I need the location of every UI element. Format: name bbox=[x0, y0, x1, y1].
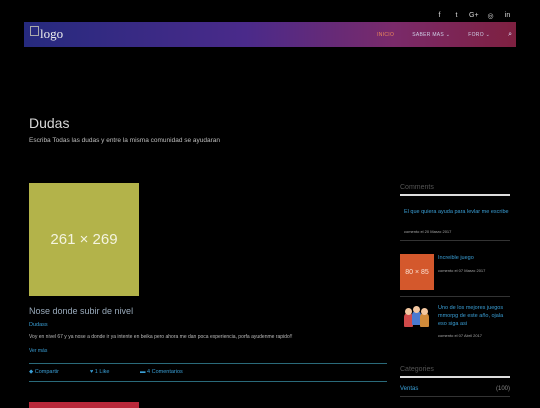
post-excerpt: Voy en nivel 67 y ya nose a donde ir ya … bbox=[29, 334, 293, 340]
comment-thumbnail-label: 80 × 85 bbox=[405, 268, 429, 276]
comments-heading-rule bbox=[400, 194, 510, 196]
nav-item-foro[interactable]: FORO ⌄ bbox=[468, 32, 490, 38]
like-button[interactable]: ♥ 1 Like bbox=[90, 369, 109, 375]
comment-icon: ▬ bbox=[140, 369, 148, 375]
meta-divider-bottom bbox=[29, 381, 387, 382]
meta-divider-top bbox=[29, 363, 387, 364]
search-icon[interactable]: ⌕ bbox=[508, 31, 512, 39]
post-thumbnail[interactable]: 261 × 269 bbox=[29, 183, 139, 296]
linkedin-icon[interactable]: in bbox=[503, 12, 512, 20]
comments-link[interactable]: ▬ 4 Comentarios bbox=[140, 369, 183, 375]
comment-meta: comento el 20 Marzo 2017 bbox=[404, 229, 452, 234]
category-divider bbox=[400, 396, 510, 397]
nav-menu: INICIO SABER MAS ⌄ FORO ⌄ ⌕ bbox=[377, 22, 512, 47]
dribbble-icon[interactable]: ◎ bbox=[486, 12, 495, 20]
read-more-link[interactable]: Ver más bbox=[29, 348, 47, 354]
post-thumbnail-label: 261 × 269 bbox=[50, 231, 118, 248]
comment-divider bbox=[400, 240, 510, 241]
share-button[interactable]: ◆ Compartir bbox=[29, 369, 59, 375]
logo-alt-text: logo bbox=[40, 26, 64, 41]
comment-text[interactable]: Uno de los mejores juegos mmorpg de este… bbox=[438, 304, 512, 328]
comment-meta: comento el 07 Abril 2017 bbox=[438, 333, 483, 338]
comment-divider bbox=[400, 296, 510, 297]
page-title: Dudas bbox=[29, 115, 70, 131]
comments-heading: Comments bbox=[400, 184, 434, 191]
page-subtitle: Escriba Todas las dudas y entre la misma… bbox=[29, 137, 221, 144]
categories-heading: Categories bbox=[400, 366, 434, 373]
comment-text[interactable]: Increible juego bbox=[438, 254, 474, 262]
avatar-group-icon bbox=[404, 306, 430, 327]
category-name[interactable]: Ventas bbox=[400, 386, 418, 392]
comment-meta: comento el 07 Marzo 2017 bbox=[438, 268, 486, 273]
navbar: logo INICIO SABER MAS ⌄ FORO ⌄ ⌕ bbox=[24, 22, 516, 47]
social-links: f t G+ ◎ in bbox=[435, 12, 512, 20]
next-post-thumbnail[interactable] bbox=[29, 402, 139, 408]
facebook-icon[interactable]: f bbox=[435, 12, 444, 20]
nav-item-inicio[interactable]: INICIO bbox=[377, 32, 394, 38]
category-row[interactable]: Ventas (100) bbox=[400, 386, 510, 392]
post-category[interactable]: Dudass bbox=[29, 322, 48, 328]
comments-count: 4 Comentarios bbox=[147, 369, 183, 375]
share-label: Compartir bbox=[34, 369, 59, 375]
google-plus-icon[interactable]: G+ bbox=[469, 12, 479, 20]
like-count: 1 Like bbox=[94, 369, 110, 375]
logo[interactable]: logo bbox=[30, 26, 63, 42]
comment-text[interactable]: El que quiera ayuda para levlar me escri… bbox=[404, 208, 510, 216]
nav-item-saber-mas[interactable]: SABER MAS ⌄ bbox=[412, 32, 450, 38]
category-count: (100) bbox=[495, 386, 510, 392]
twitter-icon[interactable]: t bbox=[452, 12, 461, 20]
post-title[interactable]: Nose donde subir de nivel bbox=[29, 306, 133, 316]
comment-thumbnail[interactable]: 80 × 85 bbox=[400, 254, 434, 290]
broken-image-icon bbox=[30, 26, 39, 36]
categories-heading-rule bbox=[400, 376, 510, 378]
